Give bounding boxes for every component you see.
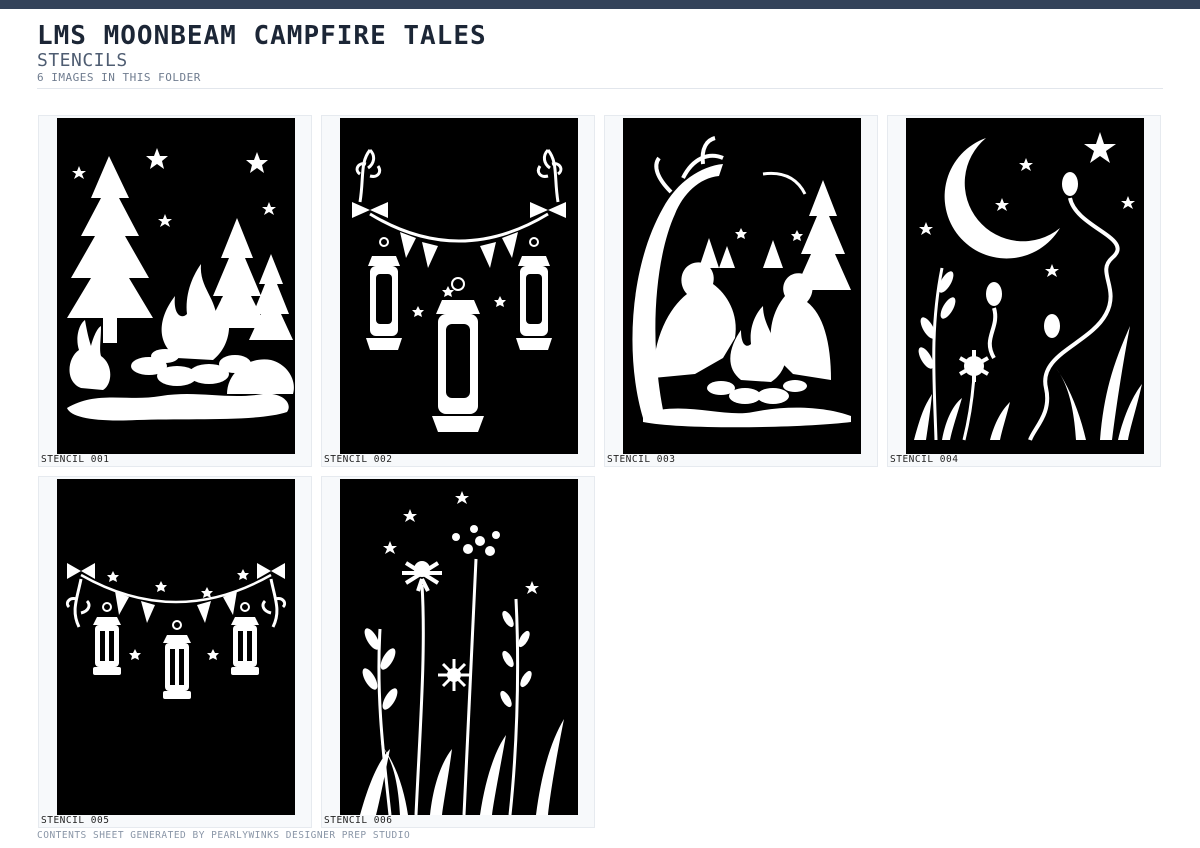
folder-name: STENCILS [37,50,128,71]
stencil-label: STENCIL 001 [41,454,110,465]
stencil-card[interactable]: STENCIL 003 [604,115,878,467]
sheet-footer: CONTENTS SHEET GENERATED BY PEARLYWINKS … [37,830,411,841]
stencil-label: STENCIL 004 [890,454,959,465]
stencil-card[interactable]: STENCIL 004 [887,115,1161,467]
image-count: 6 IMAGES IN THIS FOLDER [37,71,201,84]
stencil-thumbnail-forest-campfire[interactable] [57,118,295,454]
stencil-label: STENCIL 005 [41,815,110,826]
sheet-header: LMS MOONBEAM CAMPFIRE TALES STENCILS 6 I… [37,20,1163,89]
stencil-card[interactable]: STENCIL 005 [38,476,312,828]
stencil-label: STENCIL 003 [607,454,676,465]
sheet-title: LMS MOONBEAM CAMPFIRE TALES [37,21,487,51]
stencil-thumbnail-hanging-lanterns[interactable] [340,118,578,454]
stencil-thumbnail-moon-fireflies[interactable] [906,118,1144,454]
top-bar [0,0,1200,9]
stencil-thumbnail-children-campfire[interactable] [623,118,861,454]
stencil-card[interactable]: STENCIL 002 [321,115,595,467]
stencil-label: STENCIL 006 [324,815,393,826]
stencil-card[interactable]: STENCIL 006 [321,476,595,828]
stencil-thumbnail-wildflowers-moon[interactable] [340,479,578,815]
stencil-label: STENCIL 002 [324,454,393,465]
stencil-thumbnail-bunting-lanterns[interactable] [57,479,295,815]
stencil-card[interactable]: STENCIL 001 [38,115,312,467]
